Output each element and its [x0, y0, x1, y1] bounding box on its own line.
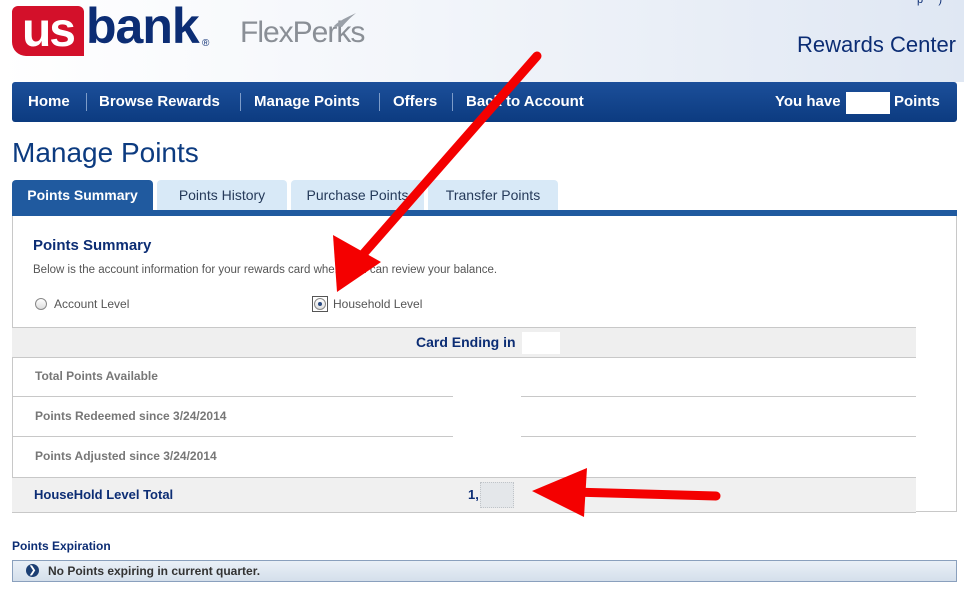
registered-mark: ® — [202, 38, 210, 49]
nav-back-to-account[interactable]: Back to Account — [466, 82, 584, 122]
tab-transfer-points[interactable]: Transfer Points — [428, 180, 558, 210]
chevron-right-icon[interactable]: ❯ — [26, 564, 39, 577]
household-total-label: HouseHold Level Total — [34, 487, 174, 502]
household-level-radio[interactable] — [314, 298, 326, 310]
rewards-center-title: Rewards Center — [797, 32, 956, 57]
nav-divider — [86, 93, 87, 111]
summary-description: Below is the account information for you… — [33, 264, 498, 276]
nav-manage-points[interactable]: Manage Points — [254, 82, 360, 122]
card-ending-label: Card Ending in — [416, 334, 516, 350]
nav-browse-rewards[interactable]: Browse Rewards — [99, 82, 220, 122]
site-header: us bank ® FlexPerks p ) Rewards Center — [0, 0, 964, 82]
total-points-available-label: Total Points Available — [35, 369, 158, 383]
points-adjusted-label: Points Adjusted since 3/24/2014 — [35, 449, 217, 463]
bird-icon — [334, 13, 356, 27]
points-expiration-title: Points Expiration — [12, 539, 111, 553]
row-divider — [12, 436, 453, 437]
points-label: Points — [894, 93, 940, 110]
points-expiration-message: No Points expiring in current quarter. — [48, 564, 261, 578]
account-level-label[interactable]: Account Level — [54, 297, 129, 311]
account-level-radio[interactable] — [35, 298, 47, 310]
usbank-logo-us[interactable]: us — [12, 6, 84, 56]
usbank-logo-bank[interactable]: bank — [86, 0, 200, 52]
card-number-redacted — [522, 332, 560, 354]
points-balance-redacted — [846, 92, 890, 114]
household-level-label[interactable]: Household Level — [333, 297, 422, 311]
nav-divider — [240, 93, 241, 111]
row-divider — [521, 396, 916, 397]
nav-offers[interactable]: Offers — [393, 82, 437, 122]
row-divider — [521, 436, 916, 437]
total-value-redacted — [480, 482, 514, 508]
household-total-value: 1, — [468, 487, 479, 502]
row-divider — [12, 396, 453, 397]
summary-title: Points Summary — [33, 237, 152, 254]
points-you-have: You have — [775, 93, 841, 110]
nav-divider — [379, 93, 380, 111]
values-redacted — [453, 358, 521, 446]
nav-home[interactable]: Home — [28, 82, 70, 122]
main-nav: Home Browse Rewards Manage Points Offers… — [12, 82, 957, 122]
tab-points-history[interactable]: Points History — [157, 180, 287, 210]
page-title: Manage Points — [12, 137, 199, 168]
top-link-fragment[interactable]: p ) — [917, 0, 942, 6]
nav-divider — [452, 93, 453, 111]
points-redeemed-label: Points Redeemed since 3/24/2014 — [35, 409, 227, 423]
tab-points-summary[interactable]: Points Summary — [12, 180, 153, 210]
tab-purchase-points[interactable]: Purchase Points — [291, 180, 424, 210]
